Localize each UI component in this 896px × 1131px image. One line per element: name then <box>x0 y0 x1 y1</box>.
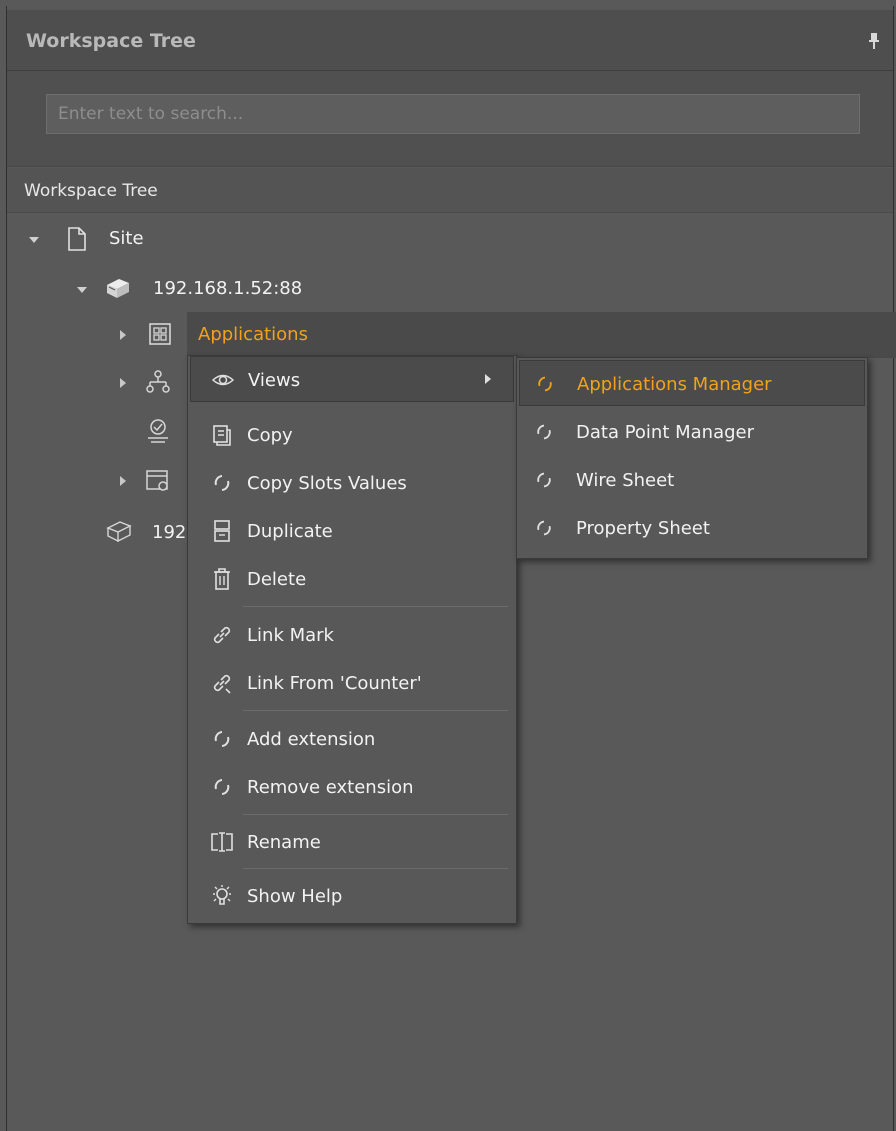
menu-item-views[interactable]: Views <box>190 356 514 402</box>
panel-title: Workspace Tree <box>26 30 196 52</box>
menu-item-link-from[interactable]: Link From 'Counter' <box>190 660 514 706</box>
device-icon <box>105 276 131 300</box>
menu-separator <box>243 868 508 869</box>
menu-item-label: Duplicate <box>247 521 333 542</box>
trash-icon <box>210 567 234 591</box>
panel-titlebar: Workspace Tree <box>7 10 893 71</box>
menu-item-label: Views <box>248 370 301 391</box>
menu-item-delete[interactable]: Delete <box>190 556 514 602</box>
menu-item-label: Link Mark <box>247 625 334 646</box>
tree-item-label: 192.168.1.52:88 <box>153 278 303 299</box>
network-icon <box>145 369 171 395</box>
tree-header: Workspace Tree <box>7 168 893 213</box>
action-icon <box>210 471 234 495</box>
duplicate-icon <box>210 519 234 543</box>
menu-item-rename[interactable]: Rename <box>190 819 514 865</box>
settings-window-icon <box>145 468 171 494</box>
tree-item-label: Applications <box>198 324 308 345</box>
expand-caret-icon[interactable] <box>77 287 87 293</box>
tree-item-device[interactable]: 192.168.1.52:88 <box>7 266 887 312</box>
submenu-item-label: Data Point Manager <box>576 422 755 443</box>
tree-item-applications[interactable]: Applications <box>187 312 896 358</box>
submenu-item-data-point-manager[interactable]: Data Point Manager <box>519 409 865 455</box>
submenu-item-label: Applications Manager <box>577 374 772 395</box>
expand-caret-icon[interactable] <box>29 237 39 243</box>
menu-item-duplicate[interactable]: Duplicate <box>190 508 514 554</box>
submenu-item-property-sheet[interactable]: Property Sheet <box>519 505 865 551</box>
action-icon <box>210 727 234 751</box>
lightbulb-icon <box>210 884 234 908</box>
menu-item-remove-extension[interactable]: Remove extension <box>190 764 514 810</box>
menu-item-label: Link From 'Counter' <box>247 673 422 694</box>
action-icon <box>533 421 555 443</box>
menu-separator <box>243 814 508 815</box>
search-input[interactable] <box>46 94 860 134</box>
rename-icon <box>210 830 234 854</box>
action-icon <box>210 775 234 799</box>
context-menu: Views Copy Copy Slots Values Duplicate D… <box>187 355 517 924</box>
menu-separator <box>243 606 508 607</box>
action-icon <box>534 373 556 395</box>
tree-item-site[interactable]: Site <box>7 216 887 262</box>
menu-item-add-extension[interactable]: Add extension <box>190 716 514 762</box>
menu-item-label: Copy Slots Values <box>247 473 407 494</box>
copy-icon <box>210 423 234 447</box>
views-submenu: Applications Manager Data Point Manager … <box>516 357 868 559</box>
tree-item-label: Site <box>109 228 144 249</box>
menu-item-label: Delete <box>247 569 307 590</box>
submenu-item-applications-manager[interactable]: Applications Manager <box>519 360 865 406</box>
device-outline-icon <box>106 519 132 543</box>
expand-caret-icon[interactable] <box>120 378 126 388</box>
tree-header-label: Workspace Tree <box>24 181 158 201</box>
expand-caret-icon[interactable] <box>120 330 126 340</box>
file-icon <box>67 227 87 251</box>
link-from-icon <box>210 671 234 695</box>
service-icon <box>145 418 171 444</box>
submenu-arrow-icon <box>485 374 491 384</box>
menu-item-copy-slots-values[interactable]: Copy Slots Values <box>190 460 514 506</box>
tree-item-label: 192 <box>152 522 187 543</box>
workspace-tree-panel: Workspace Tree Workspace Tree Site 192.1… <box>0 0 896 1131</box>
menu-item-label: Show Help <box>247 886 343 907</box>
expand-caret-icon[interactable] <box>120 476 126 486</box>
menu-item-label: Add extension <box>247 729 376 750</box>
menu-item-label: Copy <box>247 425 293 446</box>
submenu-item-label: Wire Sheet <box>576 470 675 491</box>
action-icon <box>533 469 555 491</box>
pin-icon[interactable] <box>867 32 881 50</box>
menu-item-label: Remove extension <box>247 777 414 798</box>
submenu-item-wire-sheet[interactable]: Wire Sheet <box>519 457 865 503</box>
submenu-item-label: Property Sheet <box>576 518 710 539</box>
eye-icon <box>211 368 235 392</box>
menu-item-link-mark[interactable]: Link Mark <box>190 612 514 658</box>
search-area <box>7 71 893 167</box>
link-icon <box>210 623 234 647</box>
menu-item-label: Rename <box>247 832 321 853</box>
applications-icon <box>148 322 172 346</box>
menu-separator <box>243 710 508 711</box>
action-icon <box>533 517 555 539</box>
menu-item-copy[interactable]: Copy <box>190 412 514 458</box>
menu-item-show-help[interactable]: Show Help <box>190 873 514 919</box>
